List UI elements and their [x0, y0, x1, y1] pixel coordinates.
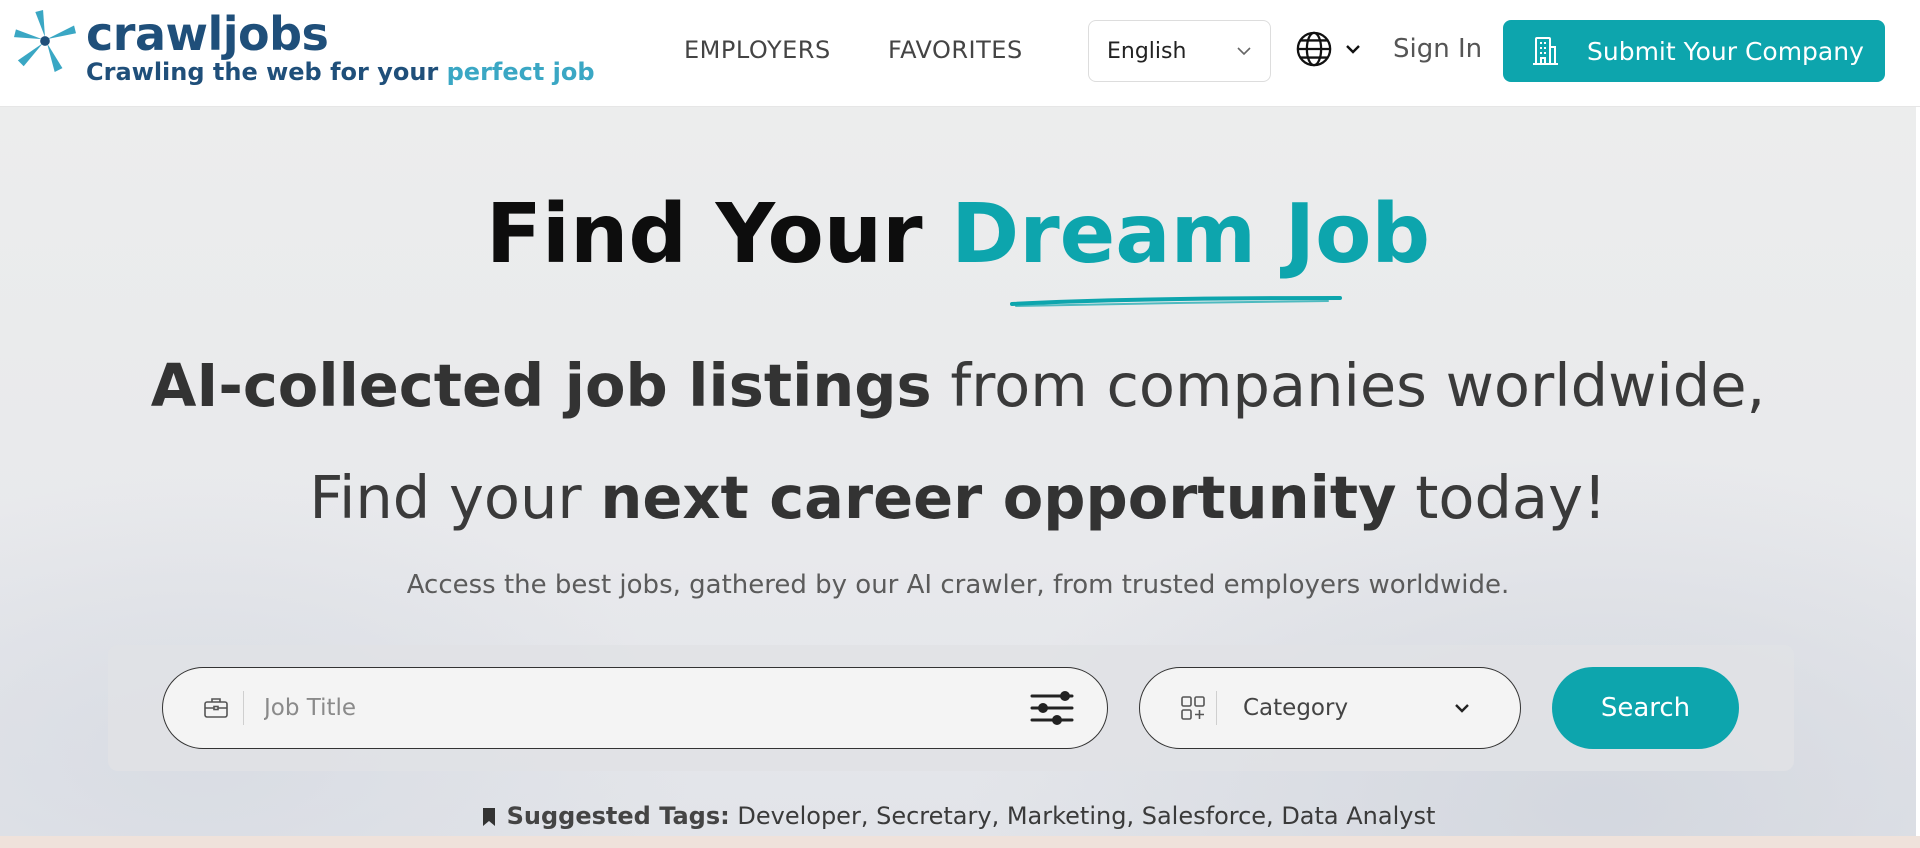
- tag-separator: ,: [991, 802, 1007, 830]
- hero-subtitle-line-1: AI-collected job listings from companies…: [0, 351, 1916, 420]
- hero-title: Find Your Dream Job: [0, 185, 1916, 285]
- language-select[interactable]: English: [1088, 20, 1271, 82]
- globe-language-menu[interactable]: [1295, 30, 1361, 68]
- nav-favorites[interactable]: FAVORITES: [888, 36, 1023, 64]
- sign-in-link[interactable]: Sign In: [1393, 34, 1482, 64]
- tag-secretary[interactable]: Secretary: [876, 802, 992, 830]
- tag-separator: ,: [1126, 802, 1142, 830]
- briefcase-icon: [204, 698, 228, 718]
- tag-salesforce[interactable]: Salesforce: [1142, 802, 1266, 830]
- hero-subtitle-line-2: Find your next career opportunity today!: [0, 463, 1916, 532]
- chevron-down-icon: [1237, 47, 1251, 56]
- hero-description: Access the best jobs, gathered by our AI…: [406, 570, 1510, 600]
- subtitle-line-1-rest: from companies worldwide,: [931, 351, 1766, 420]
- subtitle-line-2-pre: Find your: [309, 463, 601, 532]
- category-grid-icon: [1181, 696, 1205, 720]
- hero-section: Find Your Dream Job AI-collected job lis…: [0, 107, 1916, 840]
- category-select[interactable]: Category: [1139, 667, 1521, 749]
- bookmark-icon: [482, 808, 495, 826]
- building-icon: [1533, 37, 1558, 65]
- logo-tagline-prefix: Crawling the web for your: [86, 58, 447, 86]
- subtitle-line-2-post: today!: [1396, 463, 1607, 532]
- submit-company-label: Submit Your Company: [1587, 36, 1864, 66]
- suggested-tags: Suggested Tags: Developer, Secretary, Ma…: [0, 802, 1916, 830]
- subtitle-line-2-bold: next career opportunity: [600, 463, 1397, 532]
- chevron-down-icon: [1346, 45, 1360, 54]
- logo[interactable]: crawljobs Crawling the web for your perf…: [14, 10, 595, 86]
- hero-title-prefix: Find Your: [485, 187, 952, 282]
- tag-separator: ,: [860, 802, 877, 830]
- job-title-field[interactable]: [162, 667, 1108, 749]
- brush-underline: [1010, 296, 1342, 307]
- subtitle-line-1-bold: AI-collected job listings: [150, 351, 932, 420]
- logo-name: crawljobs: [86, 7, 329, 61]
- logo-tagline-accent: perfect job: [446, 58, 595, 86]
- suggested-tags-label: Suggested Tags:: [506, 802, 730, 830]
- tag-data-analyst[interactable]: Data Analyst: [1281, 802, 1435, 830]
- scrollbar-track[interactable]: [1916, 107, 1920, 840]
- field-divider: [243, 691, 244, 725]
- submit-company-button[interactable]: Submit Your Company: [1503, 20, 1885, 82]
- logo-tagline: Crawling the web for your perfect job: [86, 58, 595, 86]
- chevron-down-icon: [1455, 704, 1469, 713]
- job-title-input[interactable]: [264, 688, 1029, 728]
- filter-sliders-icon[interactable]: [1029, 688, 1075, 728]
- nav-employers[interactable]: EMPLOYERS: [684, 36, 831, 64]
- next-section-edge: [0, 836, 1920, 848]
- tag-developer[interactable]: Developer: [737, 802, 860, 830]
- tag-marketing[interactable]: Marketing: [1007, 802, 1127, 830]
- globe-icon: [1296, 31, 1332, 67]
- field-divider: [1216, 691, 1217, 725]
- site-header: crawljobs Crawling the web for your perf…: [0, 0, 1920, 107]
- logo-mark-icon: [14, 10, 76, 72]
- tag-separator: ,: [1266, 802, 1282, 830]
- hero-title-accent: Dream Job: [951, 187, 1431, 282]
- language-select-value: English: [1107, 38, 1187, 64]
- search-button[interactable]: Search: [1552, 667, 1739, 749]
- category-select-value: Category: [1243, 695, 1349, 721]
